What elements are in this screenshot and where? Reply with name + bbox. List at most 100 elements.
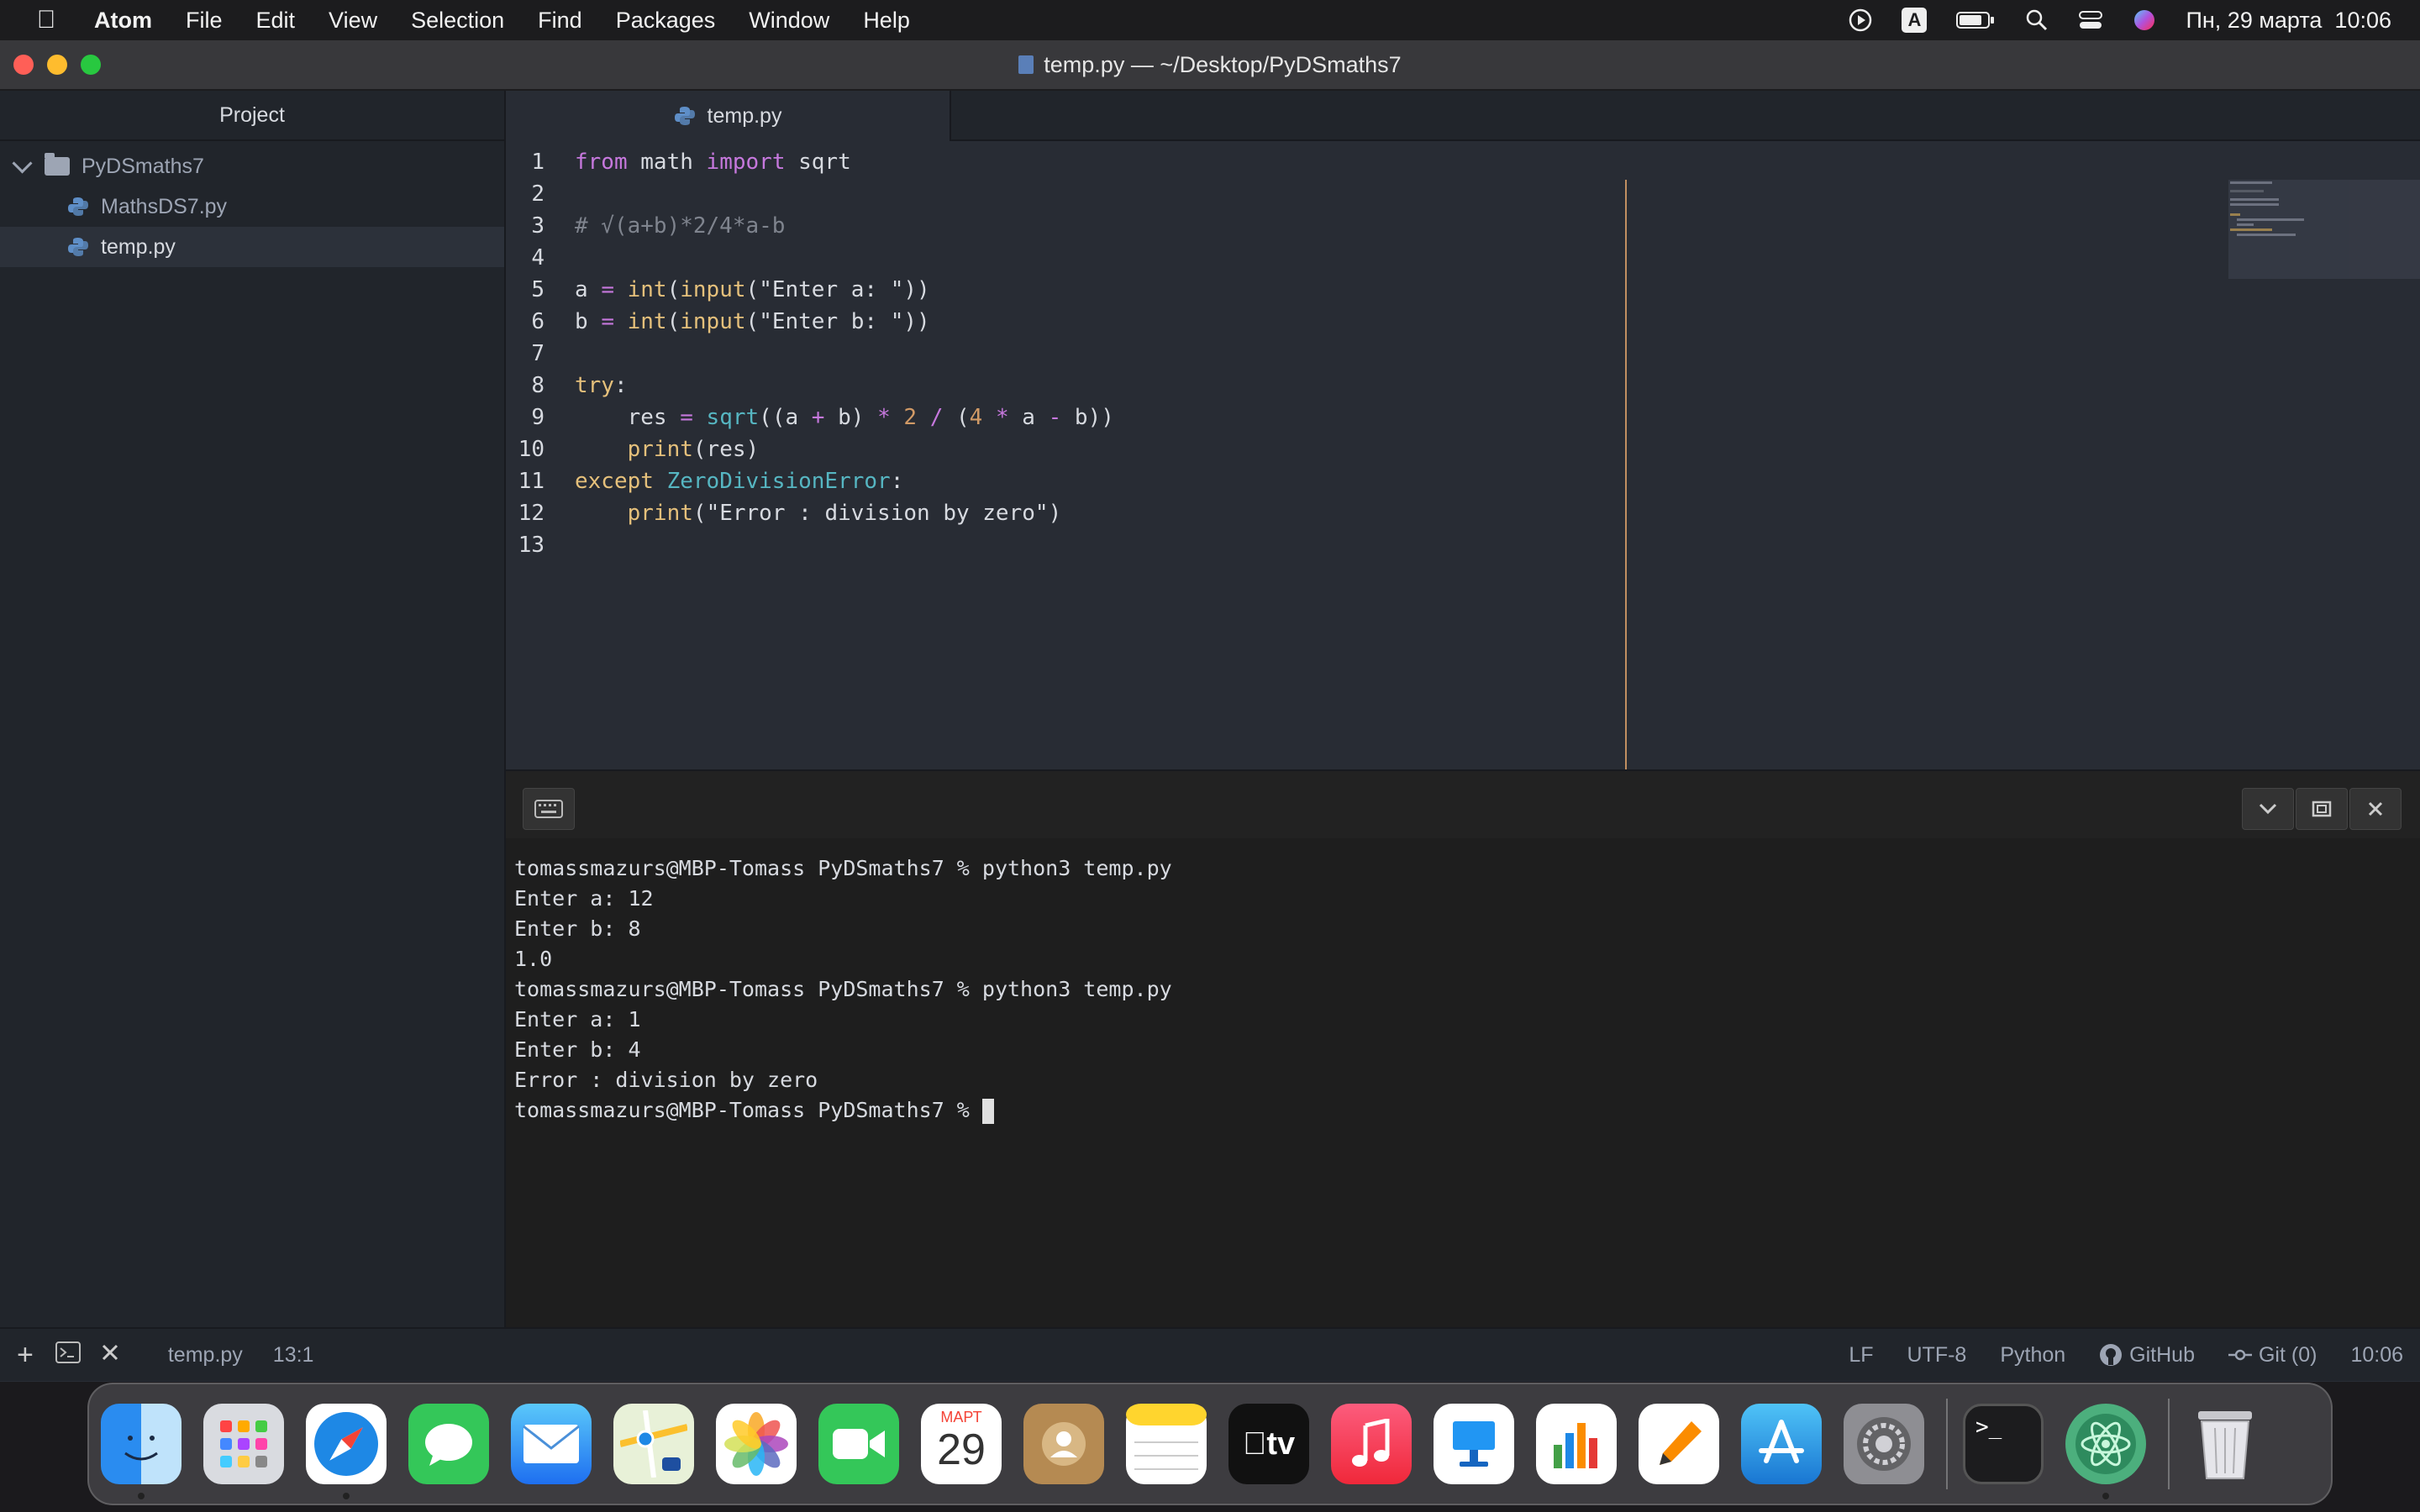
- system-preferences-icon[interactable]: [1844, 1404, 1924, 1484]
- close-window-button[interactable]: [13, 55, 34, 75]
- tv-icon[interactable]: tv: [1228, 1404, 1309, 1484]
- atom-icon[interactable]: [2065, 1404, 2146, 1499]
- battery-icon[interactable]: [1955, 8, 1996, 33]
- status-time: 10:06: [2350, 1342, 2403, 1367]
- add-icon[interactable]: +: [17, 1339, 34, 1372]
- status-grammar[interactable]: Python: [2000, 1343, 2065, 1368]
- line-number: 12: [518, 501, 544, 526]
- line-number: 11: [518, 469, 544, 494]
- finder-icon[interactable]: [101, 1404, 182, 1499]
- line-number: 1: [531, 150, 544, 175]
- line-number: 6: [531, 309, 544, 334]
- chevron-down-icon[interactable]: [12, 152, 33, 174]
- menu-file[interactable]: File: [186, 8, 223, 34]
- siri-icon[interactable]: [2132, 8, 2157, 33]
- tree-file-row-selected[interactable]: temp.py: [0, 227, 504, 267]
- status-encoding[interactable]: UTF-8: [1907, 1343, 1967, 1368]
- terminal-panel[interactable]: tomassmazurs@MBP-Tomass PyDSmaths7 % pyt…: [506, 769, 2420, 1371]
- code-editor[interactable]: 1 from math import sqrt 2 3 # √(a+b)*2/4*a…: [506, 141, 2420, 810]
- terminal-line: tomassmazurs@MBP-Tomass PyDSmaths7 % pyt…: [514, 977, 1172, 1001]
- status-file-name[interactable]: temp.py: [168, 1343, 243, 1368]
- terminal-icon[interactable]: >_: [1963, 1404, 2044, 1484]
- git-label: Git (0): [2258, 1342, 2317, 1367]
- menu-view[interactable]: View: [329, 8, 377, 34]
- python-file-icon: [68, 197, 88, 216]
- line-number: 10: [518, 437, 544, 462]
- github-icon: [2100, 1344, 2123, 1366]
- maximize-panel-icon[interactable]: [2296, 788, 2348, 830]
- menu-selection[interactable]: Selection: [411, 8, 504, 34]
- status-line-ending[interactable]: LF: [1849, 1343, 1873, 1368]
- mail-icon[interactable]: [511, 1404, 592, 1484]
- minimap[interactable]: [2228, 180, 2420, 279]
- safari-icon[interactable]: [306, 1404, 387, 1499]
- trash-icon[interactable]: [2185, 1404, 2265, 1484]
- terminal-toggle-icon[interactable]: [55, 1341, 81, 1369]
- app-store-icon[interactable]: [1741, 1404, 1822, 1484]
- numbers-icon[interactable]: [1536, 1404, 1617, 1484]
- running-indicator: [2102, 1493, 2109, 1499]
- line-number: 4: [531, 245, 544, 270]
- title-bar[interactable]: temp.py — ~/Desktop/PyDSmaths7: [0, 40, 2420, 91]
- window-title: temp.py — ~/Desktop/PyDSmaths7: [1044, 51, 1402, 77]
- folder-name: PyDSmaths7: [82, 154, 204, 178]
- facetime-icon[interactable]: [818, 1404, 899, 1484]
- photos-icon[interactable]: [716, 1404, 797, 1484]
- menu-find[interactable]: Find: [538, 8, 582, 34]
- tab-temp-py[interactable]: temp.py: [506, 91, 951, 141]
- dock-separator: [2168, 1399, 2170, 1489]
- keynote-icon[interactable]: [1434, 1404, 1514, 1484]
- notes-icon[interactable]: [1126, 1404, 1207, 1484]
- atom-window: temp.py — ~/Desktop/PyDSmaths7 Project P…: [0, 40, 2420, 1382]
- messages-icon[interactable]: [408, 1404, 489, 1484]
- terminal-prompt: tomassmazurs@MBP-Tomass PyDSmaths7 %: [514, 1098, 982, 1122]
- status-cursor-position[interactable]: 13:1: [273, 1343, 314, 1368]
- terminal-line: tomassmazurs@MBP-Tomass PyDSmaths7 % pyt…: [514, 856, 1172, 880]
- project-panel-header[interactable]: Project: [0, 91, 504, 141]
- terminal-line: Enter a: 1: [514, 1007, 641, 1032]
- python-file-icon: [674, 107, 695, 125]
- contacts-icon[interactable]: [1023, 1404, 1104, 1484]
- keyboard-icon[interactable]: [523, 788, 575, 830]
- line-number: 13: [518, 533, 544, 558]
- play-circle-icon[interactable]: [1848, 8, 1873, 33]
- calendar-icon[interactable]: МАРТ 29: [921, 1404, 1002, 1484]
- launchpad-icon[interactable]: [203, 1404, 284, 1484]
- document-icon: [1018, 55, 1034, 74]
- menu-packages[interactable]: Packages: [616, 8, 716, 34]
- menu-app-name[interactable]: Atom: [94, 8, 152, 34]
- menu-bar-clock[interactable]: Пн, 29 марта 10:06: [2186, 8, 2391, 34]
- close-terminal-icon[interactable]: [101, 1343, 119, 1368]
- menu-edit[interactable]: Edit: [256, 8, 296, 34]
- tree-file-row[interactable]: MathsDS7.py: [0, 186, 504, 227]
- tab-bar: temp.py: [506, 91, 2420, 141]
- terminal-prompt-line[interactable]: tomassmazurs@MBP-Tomass PyDSmaths7 %: [514, 1095, 1172, 1126]
- terminal-output[interactable]: tomassmazurs@MBP-Tomass PyDSmaths7 % pyt…: [514, 853, 1172, 1126]
- maps-icon[interactable]: [613, 1404, 694, 1484]
- music-icon[interactable]: [1331, 1404, 1412, 1484]
- terminal-cursor: [981, 1099, 994, 1124]
- close-icon[interactable]: [2349, 788, 2402, 830]
- file-name: MathsDS7.py: [101, 194, 228, 218]
- line-number: 9: [531, 405, 544, 430]
- input-source-icon[interactable]: A: [1902, 8, 1928, 33]
- terminal-glyph: >_: [1975, 1415, 2002, 1440]
- terminal-line: Enter b: 4: [514, 1037, 641, 1062]
- dock-separator: [1946, 1399, 1948, 1489]
- maximize-window-button[interactable]: [81, 55, 101, 75]
- chevron-down-icon[interactable]: [2242, 788, 2294, 830]
- status-git[interactable]: Git (0): [2228, 1343, 2317, 1368]
- line-number: 3: [531, 213, 544, 239]
- status-github[interactable]: GitHub: [2099, 1343, 2195, 1368]
- menu-help[interactable]: Help: [863, 8, 910, 34]
- apple-menu-icon[interactable]: : [22, 6, 71, 34]
- pages-icon[interactable]: [1639, 1404, 1719, 1484]
- terminal-toolbar: [506, 771, 2420, 838]
- menu-window[interactable]: Window: [749, 8, 829, 34]
- line-number: 2: [531, 181, 544, 207]
- terminal-line: Enter b: 8: [514, 916, 641, 941]
- control-center-icon[interactable]: [2078, 8, 2103, 33]
- minimize-window-button[interactable]: [47, 55, 67, 75]
- spotlight-search-icon[interactable]: [2024, 8, 2049, 33]
- tree-folder-row[interactable]: PyDSmaths7: [0, 146, 504, 186]
